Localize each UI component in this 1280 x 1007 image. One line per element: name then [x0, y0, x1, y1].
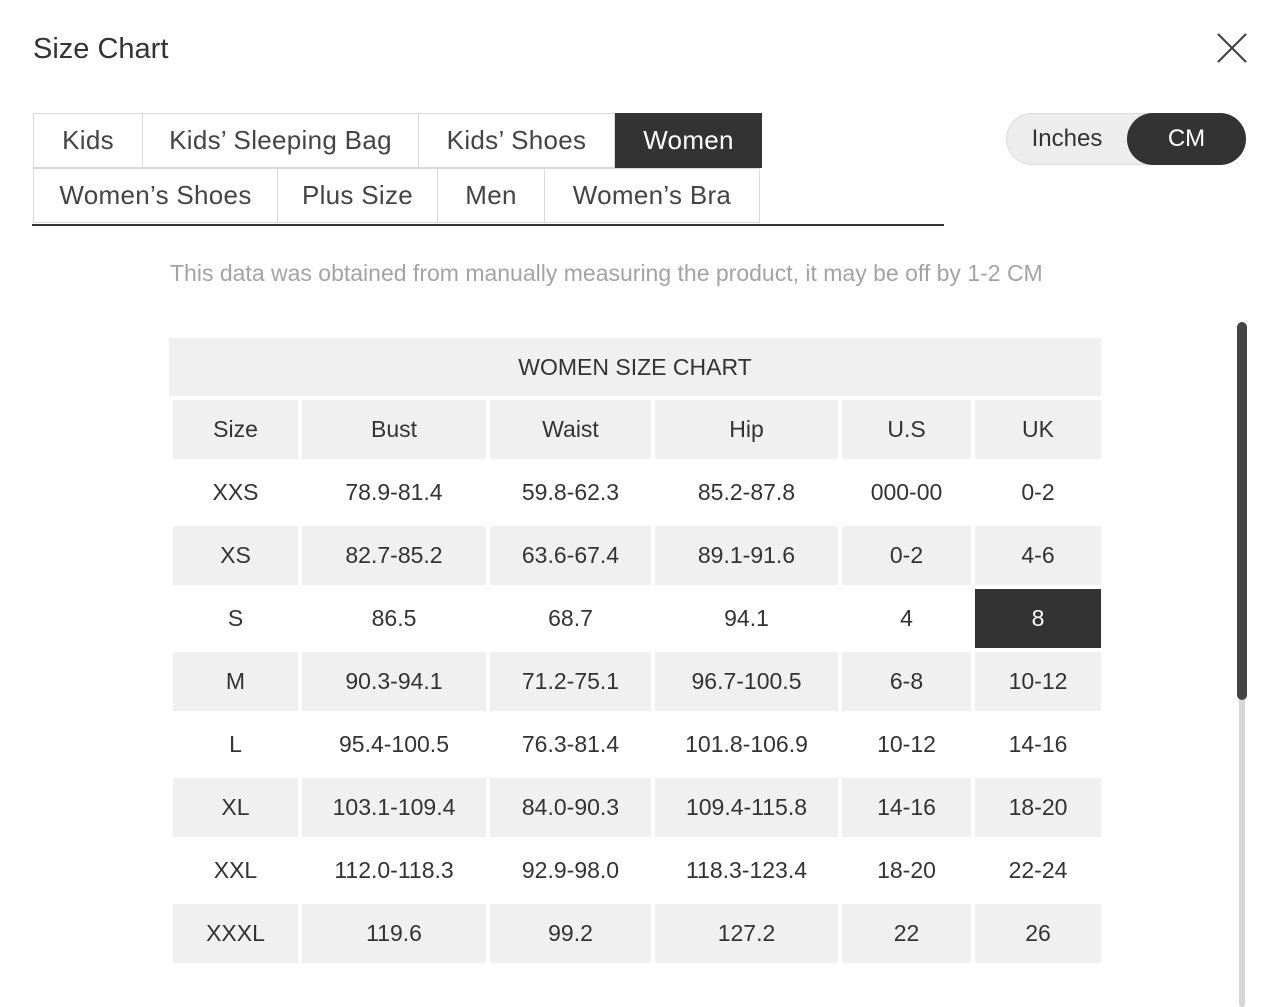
table-cell: 14-16 — [1008, 731, 1068, 757]
table-cell: 14-16 — [842, 778, 971, 837]
table-cell: XL — [173, 778, 298, 837]
table-cell: XXS — [212, 479, 259, 505]
table-cell: 63.6-67.4 — [490, 526, 651, 585]
table-cell: 101.8-106.9 — [685, 731, 808, 757]
table-cell: 22-24 — [1008, 857, 1068, 883]
table-cell: 82.7-85.2 — [302, 526, 486, 585]
table-cell: 0-2 — [842, 526, 971, 585]
tab-kids-sleeping-bag[interactable]: Kids’ Sleeping Bag — [142, 113, 419, 168]
table-cell: XXXL — [173, 904, 298, 963]
table-cell: 59.8-62.3 — [521, 479, 620, 505]
table-row: XXL 112.0-118.3 92.9-98.0 118.3-123.4 18… — [173, 841, 1101, 900]
table-cell: 78.9-81.4 — [345, 479, 443, 505]
scrollbar-thumb[interactable] — [1237, 322, 1247, 700]
table-cell: 119.6 — [302, 904, 486, 963]
highlighted-cell[interactable]: 8 — [975, 589, 1101, 648]
table-cell: 18-20 — [975, 778, 1101, 837]
table-cell: 85.2-87.8 — [697, 479, 796, 505]
table-cell: 92.9-98.0 — [521, 857, 620, 883]
table-row: S 86.5 68.7 94.1 4 8 — [173, 589, 1101, 648]
column-header-waist: Waist — [490, 400, 651, 459]
table-cell: 4 — [900, 605, 913, 631]
dialog-title: Size Chart — [33, 33, 169, 65]
tab-plus-size[interactable]: Plus Size — [277, 168, 438, 223]
table-cell: 103.1-109.4 — [302, 778, 486, 837]
close-icon[interactable] — [1214, 30, 1250, 66]
table-cell: L — [229, 731, 242, 757]
table-row: XXS 78.9-81.4 59.8-62.3 85.2-87.8 000-00… — [173, 463, 1101, 522]
table-cell: 10-12 — [975, 652, 1101, 711]
table-cell: S — [227, 605, 244, 631]
column-header-hip: Hip — [655, 400, 838, 459]
table-cell: 99.2 — [490, 904, 651, 963]
size-chart-title: WOMEN SIZE CHART — [169, 338, 1101, 396]
unit-toggle: Inches CM — [1006, 113, 1246, 165]
table-cell: 127.2 — [655, 904, 838, 963]
category-tabs: Kids Kids’ Sleeping Bag Kids’ Shoes Wome… — [32, 112, 944, 226]
tab-kids-shoes[interactable]: Kids’ Shoes — [418, 113, 615, 168]
column-header-us: U.S — [842, 400, 971, 459]
table-row: M 90.3-94.1 71.2-75.1 96.7-100.5 6-8 10-… — [173, 652, 1101, 711]
table-cell: 84.0-90.3 — [490, 778, 651, 837]
table-cell: 6-8 — [842, 652, 971, 711]
table-cell: XXL — [213, 857, 258, 883]
table-cell: 112.0-118.3 — [334, 857, 454, 883]
table-cell: 22 — [842, 904, 971, 963]
table-cell: 10-12 — [877, 731, 936, 757]
tab-kids[interactable]: Kids — [33, 113, 143, 168]
table-cell: 18-20 — [877, 857, 936, 883]
table-cell: 000-00 — [870, 479, 943, 505]
table-cell: 26 — [975, 904, 1101, 963]
table-cell: 71.2-75.1 — [490, 652, 651, 711]
table-row: L 95.4-100.5 76.3-81.4 101.8-106.9 10-12… — [173, 715, 1101, 774]
tab-womens-bra[interactable]: Women’s Bra — [544, 168, 760, 223]
table-row: XL 103.1-109.4 84.0-90.3 109.4-115.8 14-… — [173, 778, 1101, 837]
table-cell: 89.1-91.6 — [655, 526, 838, 585]
tab-women[interactable]: Women — [615, 113, 762, 168]
table-cell: 96.7-100.5 — [655, 652, 838, 711]
table-cell: 90.3-94.1 — [302, 652, 486, 711]
size-chart-table: WOMEN SIZE CHART Size Bust Waist Hip U.S… — [169, 338, 1101, 967]
tab-men[interactable]: Men — [437, 168, 545, 223]
table-cell: 4-6 — [975, 526, 1101, 585]
unit-inches-button[interactable]: Inches — [1007, 113, 1127, 165]
table-cell: M — [173, 652, 298, 711]
column-header-size: Size — [173, 400, 298, 459]
table-row: XXXL 119.6 99.2 127.2 22 26 — [173, 904, 1101, 963]
table-cell: 109.4-115.8 — [655, 778, 838, 837]
table-row: XS 82.7-85.2 63.6-67.4 89.1-91.6 0-2 4-6 — [173, 526, 1101, 585]
table-cell: 118.3-123.4 — [685, 857, 808, 883]
table-cell: XS — [173, 526, 298, 585]
table-cell: 86.5 — [371, 605, 417, 631]
table-cell: 68.7 — [548, 605, 593, 631]
unit-cm-button[interactable]: CM — [1127, 113, 1246, 165]
table-cell: 94.1 — [724, 605, 769, 631]
tab-womens-shoes[interactable]: Women’s Shoes — [33, 168, 278, 223]
measurement-note: This data was obtained from manually mea… — [170, 260, 1043, 286]
table-cell: 95.4-100.5 — [339, 731, 449, 757]
column-header-uk: UK — [975, 400, 1101, 459]
table-cell: 0-2 — [1021, 479, 1055, 505]
table-header-row: Size Bust Waist Hip U.S UK — [173, 400, 1101, 459]
column-header-bust: Bust — [302, 400, 486, 459]
table-cell: 76.3-81.4 — [521, 731, 620, 757]
